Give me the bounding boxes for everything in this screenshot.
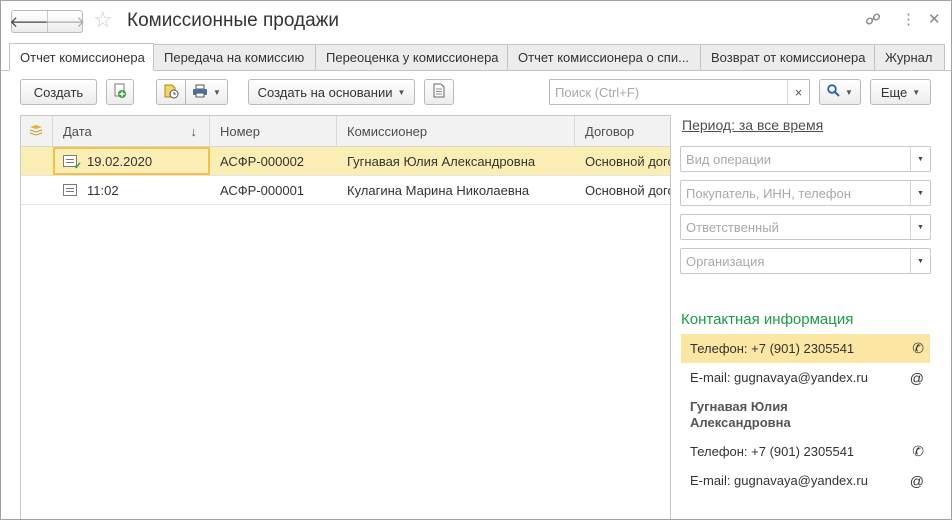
buyer-field[interactable]: Покупатель, ИНН, телефон ▼: [680, 180, 931, 206]
contract-cell[interactable]: Основной договор: [575, 176, 670, 204]
close-icon[interactable]: ✕: [928, 11, 941, 29]
create-button[interactable]: Создать: [20, 79, 97, 105]
copy-button[interactable]: [106, 79, 134, 105]
copy-add-icon: [113, 83, 127, 102]
email-icon[interactable]: @: [910, 473, 924, 489]
create-based-on-button[interactable]: Создать на основании ▼: [248, 79, 415, 105]
organization-placeholder: Организация: [686, 253, 765, 269]
org-phone-text: Телефон: +7 (901) 2305541: [690, 341, 855, 356]
contract-column-label: Договор: [585, 123, 635, 139]
number-cell[interactable]: АСФР-000001: [210, 176, 337, 204]
responsible-field[interactable]: Ответственный ▼: [680, 214, 931, 240]
forward-button[interactable]: 🡒: [44, 11, 86, 32]
contract-column-header[interactable]: Договор: [575, 116, 670, 146]
org-email-row[interactable]: E-mail: gugnavaya@yandex.ru @: [681, 363, 930, 392]
chevron-down-icon: ▼: [912, 87, 921, 97]
date-cell[interactable]: 19.02.2020: [53, 147, 210, 175]
create-button-label: Создать: [33, 84, 84, 100]
person-phone-row[interactable]: Телефон: +7 (901) 2305541 ✆: [681, 437, 930, 466]
magnifier-icon: [827, 84, 840, 100]
search-field: ×: [549, 79, 810, 105]
agent-cell[interactable]: Кулагина Марина Николаевна: [337, 176, 575, 204]
email-icon[interactable]: @: [910, 370, 924, 386]
favorite-star-icon[interactable]: ☆: [93, 8, 113, 32]
operation-type-field[interactable]: Вид операции ▼: [680, 146, 931, 172]
tab-commission-report[interactable]: Отчет комиссионера: [9, 43, 154, 71]
buyer-placeholder: Покупатель, ИНН, телефон: [686, 185, 851, 201]
more-vertical-icon[interactable]: ⋮: [901, 11, 916, 29]
org-phone-row[interactable]: Телефон: +7 (901) 2305541 ✆: [681, 334, 930, 363]
agent-column-label: Комиссионер: [347, 123, 428, 139]
clear-search-icon[interactable]: ×: [787, 80, 809, 104]
dropdown-arrow-icon[interactable]: ▼: [910, 215, 930, 239]
number-cell[interactable]: АСФР-000002: [210, 147, 337, 175]
search-input[interactable]: [550, 84, 788, 100]
row-status-cell: [21, 176, 53, 204]
agent-cell[interactable]: Гугнавая Юлия Александровна: [337, 147, 575, 175]
dropdown-arrow-icon[interactable]: ▼: [910, 147, 930, 171]
back-button[interactable]: 🡐: [9, 11, 50, 32]
date-value: 11:02: [87, 182, 119, 198]
org-email-text: E-mail: gugnavaya@yandex.ru: [690, 370, 868, 385]
contact-person-name: Гугнавая Юлия Александровна: [690, 399, 791, 430]
stack-icon: [29, 124, 43, 139]
date-cell[interactable]: 11:02: [53, 176, 210, 204]
person-email-row[interactable]: E-mail: gugnavaya@yandex.ru @: [681, 466, 930, 495]
status-column-header[interactable]: [21, 116, 53, 146]
contacts-title: Контактная информация: [681, 311, 854, 328]
chevron-down-icon: ▼: [845, 87, 853, 97]
person-phone-text: Телефон: +7 (901) 2305541: [690, 444, 855, 459]
date-column-header[interactable]: Дата ↓: [53, 116, 210, 146]
documents-table: Дата ↓ Номер Комиссионер Договор 19.02.2…: [20, 115, 671, 519]
phone-icon[interactable]: ✆: [912, 340, 924, 357]
person-email-text: E-mail: gugnavaya@yandex.ru: [690, 473, 868, 488]
document-icon: [63, 184, 77, 196]
number-column-header[interactable]: Номер: [210, 116, 337, 146]
row-status-cell: [21, 147, 53, 175]
printer-icon: [192, 84, 208, 101]
dropdown-arrow-icon[interactable]: ▼: [910, 249, 930, 273]
more-button[interactable]: Еще ▼: [870, 79, 931, 105]
date-value: 19.02.2020: [87, 153, 153, 169]
page-title: Комиссионные продажи: [127, 10, 339, 31]
arrow-right-icon: 🡒: [44, 14, 86, 31]
report-settings-button[interactable]: [156, 79, 186, 105]
document-icon: [433, 83, 445, 101]
tab-transfer-to-commission[interactable]: Передача на комиссию: [154, 44, 316, 71]
link-icon[interactable]: [865, 11, 881, 32]
table-row[interactable]: 19.02.2020 АСФР-000002 Гугнавая Юлия Але…: [21, 147, 670, 176]
create-based-on-label: Создать на основании: [257, 84, 393, 100]
dropdown-arrow-icon[interactable]: ▼: [910, 181, 930, 205]
contract-cell[interactable]: Основной договор: [575, 147, 670, 175]
chevron-down-icon: ▼: [213, 87, 221, 97]
tab-bar: Отчет комиссионера Передача на комиссию …: [9, 43, 951, 71]
print-button[interactable]: ▼: [185, 79, 228, 105]
date-column-label: Дата: [63, 123, 92, 139]
number-column-label: Номер: [220, 123, 261, 139]
title-bar: 🡐 🡒 ☆ Комиссионные продажи ⋮ ✕: [1, 1, 951, 41]
chevron-down-icon: ▼: [397, 87, 406, 97]
search-button[interactable]: ▼: [819, 79, 861, 105]
sort-down-icon: ↓: [190, 123, 198, 139]
arrow-left-icon: 🡐: [9, 14, 50, 31]
window: 🡐 🡒 ☆ Комиссионные продажи ⋮ ✕ Отчет ком…: [0, 0, 952, 520]
responsible-placeholder: Ответственный: [686, 219, 779, 235]
period-link[interactable]: Период: за все время: [682, 117, 823, 133]
agent-column-header[interactable]: Комиссионер: [337, 116, 575, 146]
table-row[interactable]: 11:02 АСФР-000001 Кулагина Марина Никола…: [21, 176, 670, 205]
organization-field[interactable]: Организация ▼: [680, 248, 931, 274]
tab-return-from-agent[interactable]: Возврат от комиссионера: [701, 44, 875, 71]
document-clock-icon: [163, 83, 179, 102]
posted-document-icon: [63, 155, 82, 172]
navigation-group: 🡐 🡒: [9, 10, 86, 33]
operation-type-placeholder: Вид операции: [686, 151, 772, 167]
tab-writeoff-report[interactable]: Отчет комиссионера о спи...: [508, 44, 701, 71]
table-header: Дата ↓ Номер Комиссионер Договор: [21, 116, 670, 147]
tab-revaluation[interactable]: Переоценка у комиссионера: [316, 44, 508, 71]
tab-journal[interactable]: Журнал: [875, 44, 945, 71]
document-list-button[interactable]: [424, 79, 454, 105]
more-button-label: Еще: [880, 84, 908, 100]
phone-icon[interactable]: ✆: [912, 443, 924, 460]
